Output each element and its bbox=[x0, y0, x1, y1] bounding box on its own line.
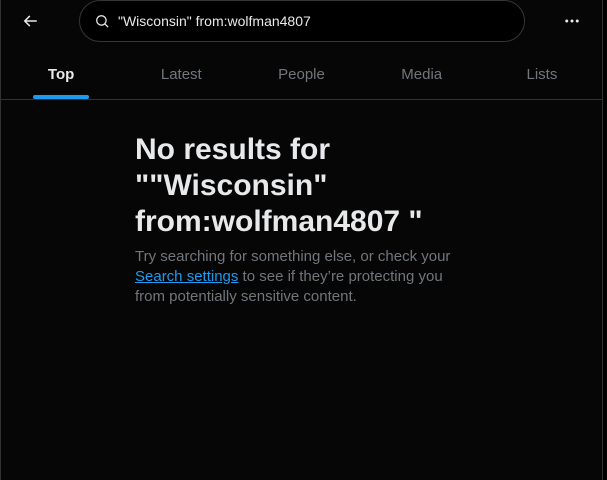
tab-media[interactable]: Media bbox=[362, 50, 482, 99]
more-button[interactable] bbox=[555, 4, 589, 38]
empty-state-title: No results for ""Wisconsin" from:wolfman… bbox=[135, 133, 423, 238]
tab-label: Lists bbox=[526, 66, 558, 83]
tab-lists[interactable]: Lists bbox=[482, 50, 602, 99]
tab-latest[interactable]: Latest bbox=[121, 50, 241, 99]
empty-state-text-before: Try searching for something else, or che… bbox=[135, 248, 451, 265]
back-button[interactable] bbox=[13, 4, 47, 38]
active-tab-indicator bbox=[33, 95, 90, 99]
empty-state-message: Try searching for something else, or che… bbox=[135, 247, 475, 307]
search-input[interactable] bbox=[116, 12, 500, 30]
tab-label: Top bbox=[47, 66, 75, 83]
tab-top[interactable]: Top bbox=[1, 50, 121, 99]
empty-state: No results for ""Wisconsin" from:wolfman… bbox=[135, 132, 475, 307]
search-box[interactable] bbox=[79, 0, 525, 42]
tab-label: People bbox=[278, 66, 325, 83]
arrow-left-icon bbox=[23, 15, 37, 27]
search-icon bbox=[94, 13, 110, 29]
tab-people[interactable]: People bbox=[241, 50, 361, 99]
search-settings-link[interactable]: Search settings bbox=[135, 268, 238, 285]
tab-label: Latest bbox=[160, 66, 202, 83]
tab-label: Media bbox=[401, 66, 443, 83]
search-tabs: Top Latest People Media Lists bbox=[1, 50, 602, 100]
top-bar bbox=[1, 0, 602, 44]
search-results-page: Top Latest People Media Lists No results… bbox=[0, 0, 603, 480]
more-horizontal-icon bbox=[565, 19, 579, 23]
